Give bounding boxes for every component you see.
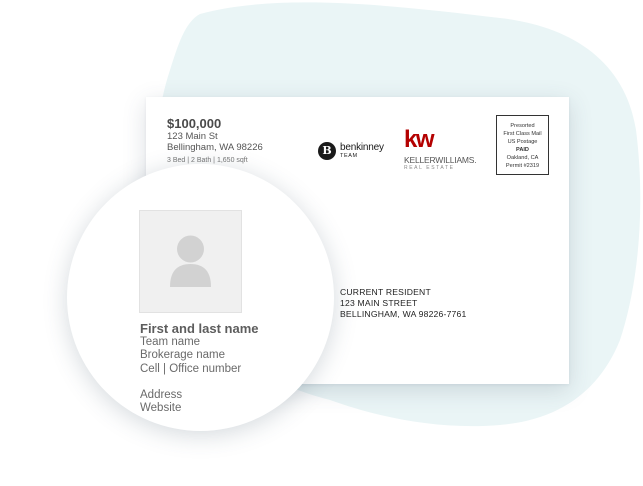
recipient-line-1: CURRENT RESIDENT [340,287,431,297]
agent-team: Team name [140,336,201,348]
listing-details: 3 Bed | 2 Bath | 1,650 sqft [167,157,248,164]
postage-line-class: First Class Mail [503,131,542,137]
brokerage-logo-mark: kw [404,126,435,153]
agent-name: First and last name [140,321,259,336]
team-logo: B benkinney TEAM [318,142,398,164]
postage-line-us: US Postage [507,139,538,145]
agent-website: Website [140,402,182,414]
agent-phone: Cell | Office number [140,363,242,375]
agent-photo-placeholder [139,210,242,313]
listing-price: $100,000 [167,116,222,131]
recipient-address: CURRENT RESIDENT 123 MAIN STREET BELLING… [340,287,467,320]
postage-line-presorted: Presorted [510,123,535,129]
brokerage-logo: kw KELLERWILLIAMS. REAL ESTATE [404,126,494,174]
postage-location: Oakland, CA [506,155,539,161]
team-logo-subtitle: TEAM [340,153,358,159]
agent-address: Address [140,389,183,401]
brokerage-logo-subtitle: REAL ESTATE [404,165,455,171]
person-silhouette-icon [170,235,211,287]
team-logo-mark: B [318,142,336,160]
brokerage-logo-name: KELLERWILLIAMS. [404,155,477,165]
postage-paid: PAID [516,147,529,153]
agent-brokerage: Brokerage name [140,349,226,361]
team-logo-name: benkinney [340,142,384,153]
listing-city: Bellingham, WA 98226 [167,142,263,153]
postage-indicia: Presorted First Class Mail US Postage PA… [496,115,549,175]
recipient-line-2: 123 MAIN STREET [340,298,418,308]
recipient-line-3: BELLINGHAM, WA 98226-7761 [340,309,467,319]
listing-street: 123 Main St [167,131,218,142]
postage-permit: Permit #2319 [505,163,540,169]
